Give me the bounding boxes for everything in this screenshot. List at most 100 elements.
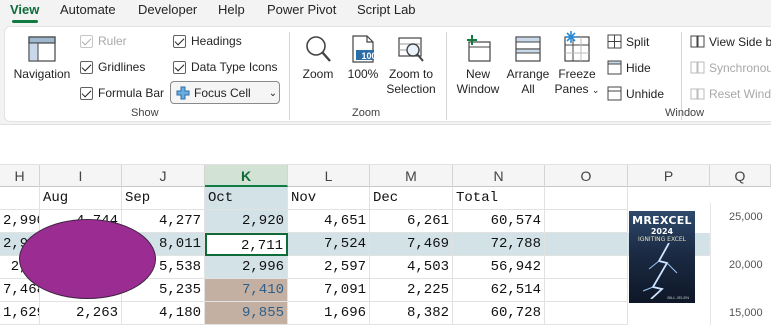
cell[interactable]: 72,788 (453, 233, 545, 256)
hide-window-icon (607, 60, 622, 75)
focus-cell-label: Focus Cell (194, 86, 251, 100)
cell[interactable]: Aug (40, 187, 122, 210)
headings-label: Headings (191, 34, 242, 48)
cell[interactable]: 8,382 (370, 302, 453, 325)
cell[interactable]: Oct (205, 187, 288, 210)
column-header-m[interactable]: M (370, 165, 453, 187)
tab-script-lab[interactable]: Script Lab (357, 2, 416, 17)
cell[interactable] (545, 256, 628, 279)
cell[interactable] (545, 279, 628, 302)
book-title: MREXCEL (632, 214, 692, 227)
ribbon-tab-bar: View Automate Developer Help Power Pivot… (0, 0, 771, 24)
column-header-i[interactable]: I (40, 165, 122, 187)
unhide-button[interactable]: Unhide (607, 86, 664, 101)
freeze-panes-icon (564, 31, 590, 62)
book-cover-image[interactable]: MREXCEL 2024 IGNITING EXCEL BILL JELEN (629, 211, 695, 303)
ruler-label: Ruler (98, 34, 127, 48)
gridlines-label: Gridlines (98, 60, 146, 74)
cell[interactable]: 9,855 (205, 302, 288, 325)
reset-window-position-button[interactable]: Reset Wind (690, 86, 771, 101)
column-header-o[interactable]: O (545, 165, 628, 187)
active-cell[interactable]: 2,711 (205, 233, 288, 256)
column-header-j[interactable]: J (122, 165, 205, 187)
column-headers: H I J K L M N O P Q (0, 164, 771, 187)
cell[interactable]: Total (453, 187, 545, 210)
cell[interactable] (0, 187, 40, 210)
gridlines-checkbox[interactable]: Gridlines (80, 60, 145, 74)
hide-button[interactable]: Hide (607, 60, 651, 75)
zoom-button[interactable]: Zoom (298, 34, 338, 82)
cell[interactable]: 62,514 (453, 279, 545, 302)
cell[interactable]: 2,920 (205, 210, 288, 233)
tab-automate[interactable]: Automate (60, 2, 116, 17)
tab-help[interactable]: Help (218, 2, 245, 17)
zoom-100-label: 100% (347, 67, 379, 81)
cell[interactable]: 4,651 (288, 210, 370, 233)
cell[interactable]: 4,503 (370, 256, 453, 279)
side-by-side-icon (690, 35, 705, 48)
split-label: Split (626, 34, 650, 49)
zoom-to-selection-button[interactable]: Zoom to Selection (384, 34, 438, 97)
cell[interactable]: Dec (370, 187, 453, 210)
formula-bar-checkbox[interactable]: Formula Bar (80, 86, 164, 100)
cell[interactable] (545, 302, 628, 325)
column-header-p[interactable]: P (628, 165, 710, 187)
formula-bar-check-icon (80, 86, 93, 100)
navigation-button[interactable]: Navigation (12, 34, 72, 82)
cell[interactable]: 4,180 (122, 302, 205, 325)
column-header-h[interactable]: H (0, 165, 40, 187)
new-window-button[interactable]: New Window (452, 34, 504, 97)
view-side-by-side-button[interactable]: View Side b (690, 34, 771, 49)
cell[interactable]: 2,225 (370, 279, 453, 302)
synchronous-scrolling-button[interactable]: Synchronou (690, 60, 771, 75)
chevron-down-icon: ⌄ (268, 87, 278, 99)
cell[interactable]: 2,990 (0, 210, 40, 233)
cell[interactable]: 7,524 (288, 233, 370, 256)
column-header-n[interactable]: N (453, 165, 545, 187)
data-type-icons-checkbox[interactable]: Data Type Icons (173, 60, 278, 74)
cell[interactable]: 7,469 (370, 233, 453, 256)
arrange-all-icon (515, 36, 541, 62)
tab-view[interactable]: View (10, 2, 39, 17)
split-icon (607, 34, 622, 49)
cell[interactable]: 2,263 (40, 302, 122, 325)
cell[interactable]: 56,942 (453, 256, 545, 279)
cell[interactable]: 7,410 (205, 279, 288, 302)
chart-fragment[interactable]: 25,000 20,000 15,000 (710, 203, 771, 325)
group-divider (446, 32, 447, 120)
cell[interactable]: 6,261 (370, 210, 453, 233)
cell[interactable] (545, 233, 628, 256)
cell[interactable] (545, 187, 628, 210)
freeze-panes-line2: Panes (554, 82, 589, 96)
arrange-all-line2: All (521, 82, 535, 96)
cell[interactable]: 1,696 (288, 302, 370, 325)
headings-checkbox[interactable]: Headings (173, 34, 242, 48)
cell[interactable]: 7,091 (288, 279, 370, 302)
column-header-l[interactable]: L (288, 165, 370, 187)
cell[interactable]: 2,996 (205, 256, 288, 279)
svg-text:100: 100 (361, 51, 376, 61)
freeze-panes-button[interactable]: Freeze Panes ⌄ (553, 30, 601, 98)
split-button[interactable]: Split (607, 34, 649, 49)
cell[interactable]: 1,629 (0, 302, 40, 325)
tab-developer[interactable]: Developer (138, 2, 197, 17)
unhide-window-icon (607, 86, 622, 101)
arrange-all-button[interactable]: Arrange All (504, 34, 552, 97)
column-header-q[interactable]: Q (710, 165, 771, 187)
cell[interactable]: 2,597 (288, 256, 370, 279)
cell[interactable]: Nov (288, 187, 370, 210)
cell[interactable]: 60,728 (453, 302, 545, 325)
column-header-k[interactable]: K (205, 165, 288, 187)
oval-shape[interactable] (19, 219, 156, 299)
book-author: BILL JELEN (667, 295, 689, 300)
ruler-check-icon (80, 34, 93, 48)
ruler-checkbox[interactable]: Ruler (80, 34, 127, 48)
cell[interactable]: 60,574 (453, 210, 545, 233)
navigation-pane-icon (28, 36, 56, 62)
tab-power-pivot[interactable]: Power Pivot (267, 2, 336, 17)
reset-window-icon (690, 88, 705, 100)
new-window-icon (467, 35, 491, 62)
cell[interactable] (545, 210, 628, 233)
zoom-100-button[interactable]: 100 100% (344, 34, 382, 82)
cell[interactable]: Sep (122, 187, 205, 210)
